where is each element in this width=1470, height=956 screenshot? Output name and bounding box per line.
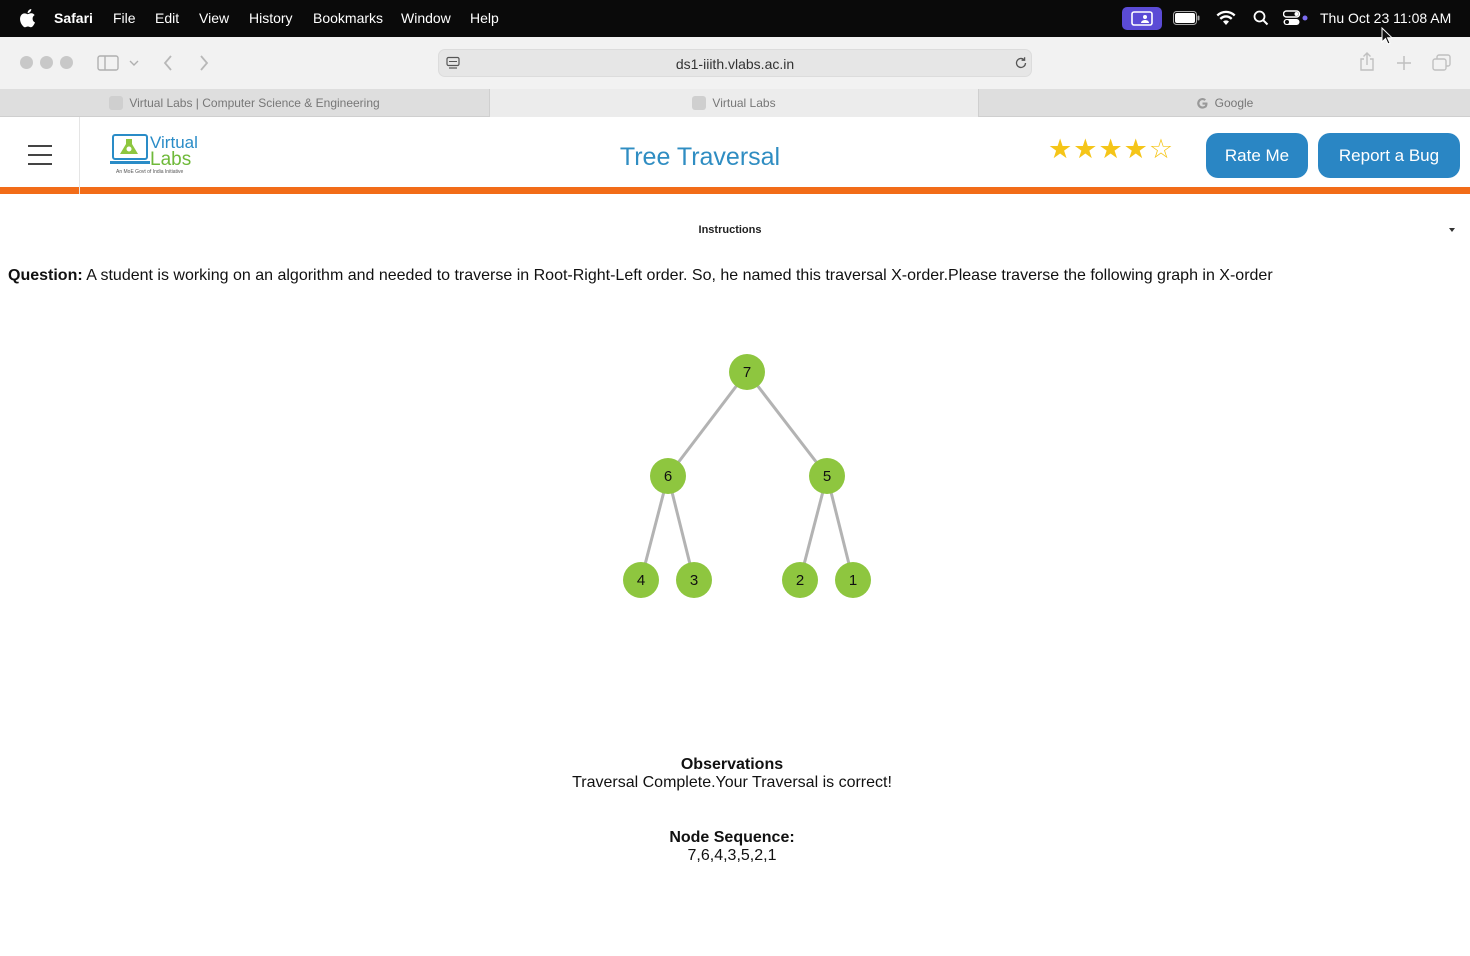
menu-bookmarks[interactable]: Bookmarks: [313, 10, 383, 26]
star-filled-icon[interactable]: ★: [1098, 136, 1122, 163]
logo-tagline: An MoE Govt of India Initiative: [116, 169, 184, 175]
edge-6-3: [666, 475, 696, 581]
virtual-labs-favicon-icon: [109, 96, 124, 110]
hamburger-line: [28, 163, 52, 165]
question-body: A student is working on an algorithm and…: [82, 267, 1273, 284]
virtual-labs-logo[interactable]: Virtual Labs An MoE Govt of India Initia…: [110, 129, 202, 181]
star-filled-icon[interactable]: ★: [1073, 136, 1097, 163]
battery-icon[interactable]: [1173, 11, 1200, 25]
tab-google[interactable]: Google: [979, 89, 1470, 117]
macos-menu-bar: Safari File Edit View History Bookmarks …: [0, 0, 1470, 37]
instructions-toggle[interactable]: Instructions: [0, 224, 1460, 236]
node-sequence-value: 7,6,4,3,5,2,1: [687, 847, 777, 864]
observations-heading: Observations: [680, 756, 784, 773]
star-empty-icon[interactable]: ☆: [1149, 136, 1173, 163]
menu-edit[interactable]: Edit: [155, 10, 179, 26]
caret-down-icon[interactable]: [1449, 228, 1455, 232]
google-favicon-icon: [1196, 97, 1208, 109]
site-header: Virtual Labs An MoE Govt of India Initia…: [0, 117, 1470, 194]
star-filled-icon[interactable]: ★: [1048, 136, 1072, 163]
tree-node[interactable]: 7: [729, 354, 765, 390]
mouse-cursor-icon: [1381, 27, 1393, 45]
virtual-labs-favicon-icon: [692, 96, 707, 110]
tree-node[interactable]: 5: [809, 458, 845, 494]
forward-arrow-icon[interactable]: [198, 54, 210, 72]
node-label: 7: [743, 364, 751, 381]
hamburger-menu-button[interactable]: [0, 117, 80, 194]
control-center-icon[interactable]: [1283, 10, 1309, 26]
tree-node[interactable]: 1: [835, 562, 871, 598]
apple-icon[interactable]: [18, 8, 36, 28]
tab-bar: Virtual Labs | Computer Science & Engine…: [0, 89, 1470, 117]
address-bar[interactable]: ds1-iiith.vlabs.ac.in: [438, 49, 1032, 77]
edge-7-5: [745, 371, 829, 477]
edge-5-1: [825, 475, 855, 581]
report-bug-button[interactable]: Report a Bug: [1318, 133, 1460, 178]
page-title: Tree Traversal: [619, 143, 781, 171]
node-sequence-heading: Node Sequence:: [669, 829, 795, 846]
node-label: 5: [823, 468, 831, 485]
lab-flask-icon: [110, 134, 150, 164]
menubar-clock[interactable]: Thu Oct 23 11:08 AM: [1320, 10, 1451, 26]
menu-help[interactable]: Help: [470, 10, 499, 26]
share-icon[interactable]: [1358, 52, 1376, 72]
window-minimize-button[interactable]: [40, 56, 53, 69]
spotlight-search-icon[interactable]: [1253, 10, 1269, 26]
node-label: 4: [637, 572, 645, 589]
edge-6-4: [639, 475, 670, 581]
tab-label: Virtual Labs | Computer Science & Engine…: [129, 96, 380, 110]
window-zoom-button[interactable]: [60, 56, 73, 69]
wifi-icon[interactable]: [1216, 10, 1236, 26]
tab-overview-icon[interactable]: [1432, 54, 1451, 72]
window-close-button[interactable]: [20, 56, 33, 69]
back-arrow-icon[interactable]: [162, 54, 174, 72]
new-tab-icon[interactable]: [1396, 55, 1412, 71]
rate-me-button[interactable]: Rate Me: [1206, 133, 1308, 178]
menu-history[interactable]: History: [249, 10, 293, 26]
star-rating[interactable]: ★ ★ ★ ★ ☆: [1048, 136, 1173, 163]
tree-node[interactable]: 3: [676, 562, 712, 598]
menu-window[interactable]: Window: [401, 10, 451, 26]
reload-icon[interactable]: [1014, 56, 1028, 70]
browser-toolbar: ds1-iiith.vlabs.ac.in: [0, 37, 1470, 89]
question-label: Question:: [8, 267, 83, 284]
node-label: 1: [849, 572, 857, 589]
tab-virtual-labs-cse[interactable]: Virtual Labs | Computer Science & Engine…: [0, 89, 490, 117]
node-label: 2: [796, 572, 804, 589]
hamburger-line: [28, 154, 52, 156]
menu-app-name[interactable]: Safari: [54, 10, 93, 26]
question-text: Question: A student is working on an alg…: [8, 267, 1273, 285]
edge-7-6: [666, 371, 749, 477]
sidebar-toggle-icon[interactable]: [97, 55, 119, 71]
menu-view[interactable]: View: [199, 10, 229, 26]
menu-file[interactable]: File: [113, 10, 136, 26]
chevron-down-icon[interactable]: [129, 59, 139, 67]
tab-virtual-labs[interactable]: Virtual Labs: [490, 89, 979, 117]
url-text: ds1-iiith.vlabs.ac.in: [675, 56, 795, 72]
tab-label: Google: [1214, 96, 1254, 110]
tab-label: Virtual Labs: [712, 96, 776, 110]
logo-text-labs: Labs: [150, 149, 192, 170]
tree-node[interactable]: 2: [782, 562, 818, 598]
observations-text: Traversal Complete.Your Traversal is cor…: [572, 774, 892, 791]
node-label: 3: [690, 572, 698, 589]
screen-share-icon[interactable]: [1122, 7, 1162, 30]
tree-node[interactable]: 6: [650, 458, 686, 494]
star-filled-icon[interactable]: ★: [1124, 136, 1148, 163]
node-label: 6: [664, 468, 672, 485]
edge-5-2: [798, 475, 829, 581]
tree-node[interactable]: 4: [623, 562, 659, 598]
tree-edges: [639, 371, 855, 581]
hamburger-line: [28, 145, 52, 147]
